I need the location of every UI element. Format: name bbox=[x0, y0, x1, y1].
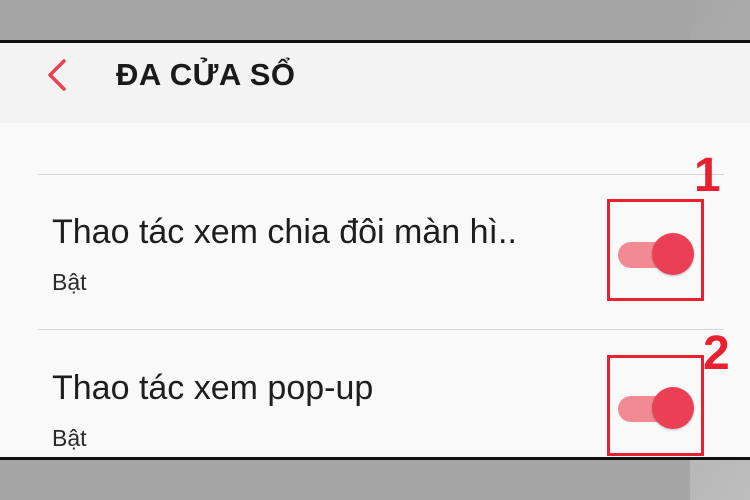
app-header: ĐA CỬA SỔ bbox=[0, 43, 750, 123]
chevron-left-icon[interactable] bbox=[40, 57, 76, 93]
divider bbox=[38, 329, 724, 330]
page-title: ĐA CỬA SỔ bbox=[116, 57, 296, 92]
setting-status: Bật bbox=[52, 269, 87, 295]
setting-title: Thao tác xem chia đôi màn hì.. bbox=[52, 213, 517, 251]
annotation-marker-1: 1 bbox=[694, 149, 721, 202]
highlight-box-2 bbox=[607, 355, 704, 456]
highlight-box-1 bbox=[607, 199, 704, 301]
divider bbox=[38, 174, 724, 175]
annotation-marker-2: 2 bbox=[703, 327, 730, 380]
setting-title: Thao tác xem pop-up bbox=[52, 369, 374, 407]
setting-status: Bật bbox=[52, 425, 87, 451]
